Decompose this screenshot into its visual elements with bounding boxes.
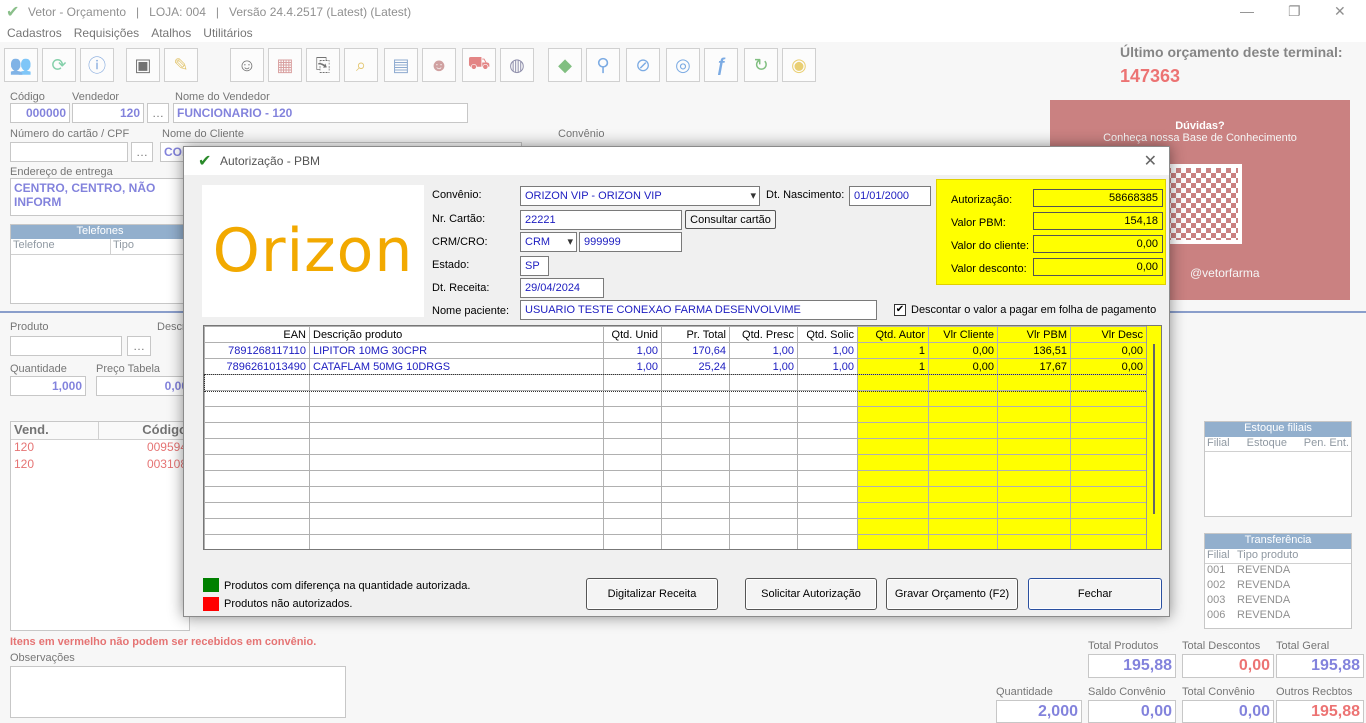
table-row-empty[interactable] bbox=[204, 406, 1147, 423]
col-descricao: Descrição produto bbox=[309, 326, 604, 343]
valor-pbm-value: 154,18 bbox=[1033, 212, 1163, 230]
consultar-cartao-button[interactable]: Consultar cartão bbox=[685, 210, 776, 229]
dialog-logo-icon: ✔ bbox=[198, 153, 212, 170]
grid-header: EAN Descrição produto Qtd. Unid Pr. Tota… bbox=[204, 326, 1147, 343]
products-grid[interactable]: EAN Descrição produto Qtd. Unid Pr. Tota… bbox=[203, 325, 1162, 550]
grid-scrollbar[interactable] bbox=[1146, 326, 1161, 549]
pbm-authorization-dialog: ✔ Autorização - PBM ✕ Orizon Convênio: O… bbox=[183, 146, 1170, 617]
legend-green-swatch bbox=[203, 578, 219, 592]
table-row[interactable]: 7896261013490 CATAFLAM 50MG 10DRGS 1,00 25,… bbox=[204, 358, 1147, 375]
legend-red-label: Produtos não autorizados. bbox=[224, 598, 353, 610]
table-row-empty[interactable] bbox=[204, 454, 1147, 471]
col-vlr-desc: Vlr Desc bbox=[1070, 326, 1147, 343]
crm-type-select[interactable]: CRM ▾ bbox=[520, 232, 577, 252]
receita-field[interactable]: 29/04/2024 bbox=[520, 278, 604, 298]
valor-desconto-value: 0,00 bbox=[1033, 258, 1163, 276]
legend-green-label: Produtos com diferença na quantidade aut… bbox=[224, 580, 471, 592]
crm-field[interactable]: 999999 bbox=[579, 232, 682, 252]
crm-label: CRM/CRO: bbox=[432, 236, 488, 248]
convenio-select[interactable]: ORIZON VIP - ORIZON VIP ▾ bbox=[520, 186, 760, 206]
dialog-close-icon[interactable]: ✕ bbox=[1144, 151, 1157, 171]
nascimento-label: Dt. Nascimento: bbox=[766, 189, 845, 201]
cartao-field[interactable]: 22221 bbox=[520, 210, 682, 230]
table-row-empty[interactable] bbox=[204, 534, 1147, 549]
estado-label: Estado: bbox=[432, 259, 470, 271]
col-qtd-presc: Qtd. Presc bbox=[729, 326, 798, 343]
receita-label: Dt. Receita: bbox=[432, 282, 490, 294]
dialog-title-bar: ✔ Autorização - PBM ✕ bbox=[184, 147, 1169, 175]
fechar-button[interactable]: Fechar bbox=[1028, 578, 1162, 610]
dialog-title: Autorização - PBM bbox=[220, 154, 321, 168]
cartao-label: Nr. Cartão: bbox=[432, 213, 486, 225]
gravar-orcamento-button[interactable]: Gravar Orçamento (F2) bbox=[886, 578, 1018, 610]
table-row-empty[interactable] bbox=[204, 438, 1147, 455]
desconto-folha-checkbox[interactable]: ✔ bbox=[894, 304, 906, 316]
table-row-empty[interactable] bbox=[204, 518, 1147, 535]
table-row-empty[interactable] bbox=[204, 422, 1147, 439]
nascimento-field[interactable]: 01/01/2000 bbox=[849, 186, 931, 206]
legend-red-swatch bbox=[203, 597, 219, 611]
convenio-label: Convênio: bbox=[432, 189, 482, 201]
col-pr-total: Pr. Total bbox=[661, 326, 730, 343]
col-ean: EAN bbox=[204, 326, 310, 343]
chevron-down-icon[interactable]: ▾ bbox=[750, 189, 756, 202]
valor-pbm-label: Valor PBM: bbox=[951, 217, 1006, 229]
col-qtd-unid: Qtd. Unid bbox=[603, 326, 662, 343]
col-qtd-autor: Qtd. Autor bbox=[857, 326, 929, 343]
desconto-folha-label: Descontar o valor a pagar em folha de pa… bbox=[911, 304, 1157, 316]
estado-field[interactable]: SP bbox=[520, 256, 549, 276]
authorization-summary: Autorização: 58668385 Valor PBM: 154,18 … bbox=[936, 179, 1166, 285]
autorizacao-value: 58668385 bbox=[1033, 189, 1163, 207]
solicitar-autorizacao-button[interactable]: Solicitar Autorização bbox=[745, 578, 877, 610]
valor-cliente-label: Valor do cliente: bbox=[951, 240, 1030, 252]
valor-cliente-value: 0,00 bbox=[1033, 235, 1163, 253]
table-row-empty[interactable] bbox=[204, 470, 1147, 487]
table-row-empty[interactable] bbox=[204, 373, 1148, 392]
table-row-empty[interactable] bbox=[204, 502, 1147, 519]
valor-desconto-label: Valor desconto: bbox=[951, 263, 1027, 275]
col-vlr-pbm: Vlr PBM bbox=[997, 326, 1071, 343]
col-qtd-solic: Qtd. Solic bbox=[797, 326, 858, 343]
table-row[interactable]: 7891268117110 LIPITOR 10MG 30CPR 1,00 170,6… bbox=[204, 342, 1147, 359]
table-row-empty[interactable] bbox=[204, 486, 1147, 503]
autorizacao-label: Autorização: bbox=[951, 194, 1013, 206]
paciente-label: Nome paciente: bbox=[432, 305, 510, 317]
chevron-down-icon[interactable]: ▾ bbox=[567, 235, 573, 248]
table-row-empty[interactable] bbox=[204, 390, 1147, 407]
orizon-logo: Orizon bbox=[202, 185, 424, 317]
paciente-field[interactable]: USUARIO TESTE CONEXAO FARMA DESENVOLVIME bbox=[520, 300, 877, 320]
digitalizar-receita-button[interactable]: Digitalizar Receita bbox=[586, 578, 718, 610]
col-vlr-cliente: Vlr Cliente bbox=[928, 326, 998, 343]
